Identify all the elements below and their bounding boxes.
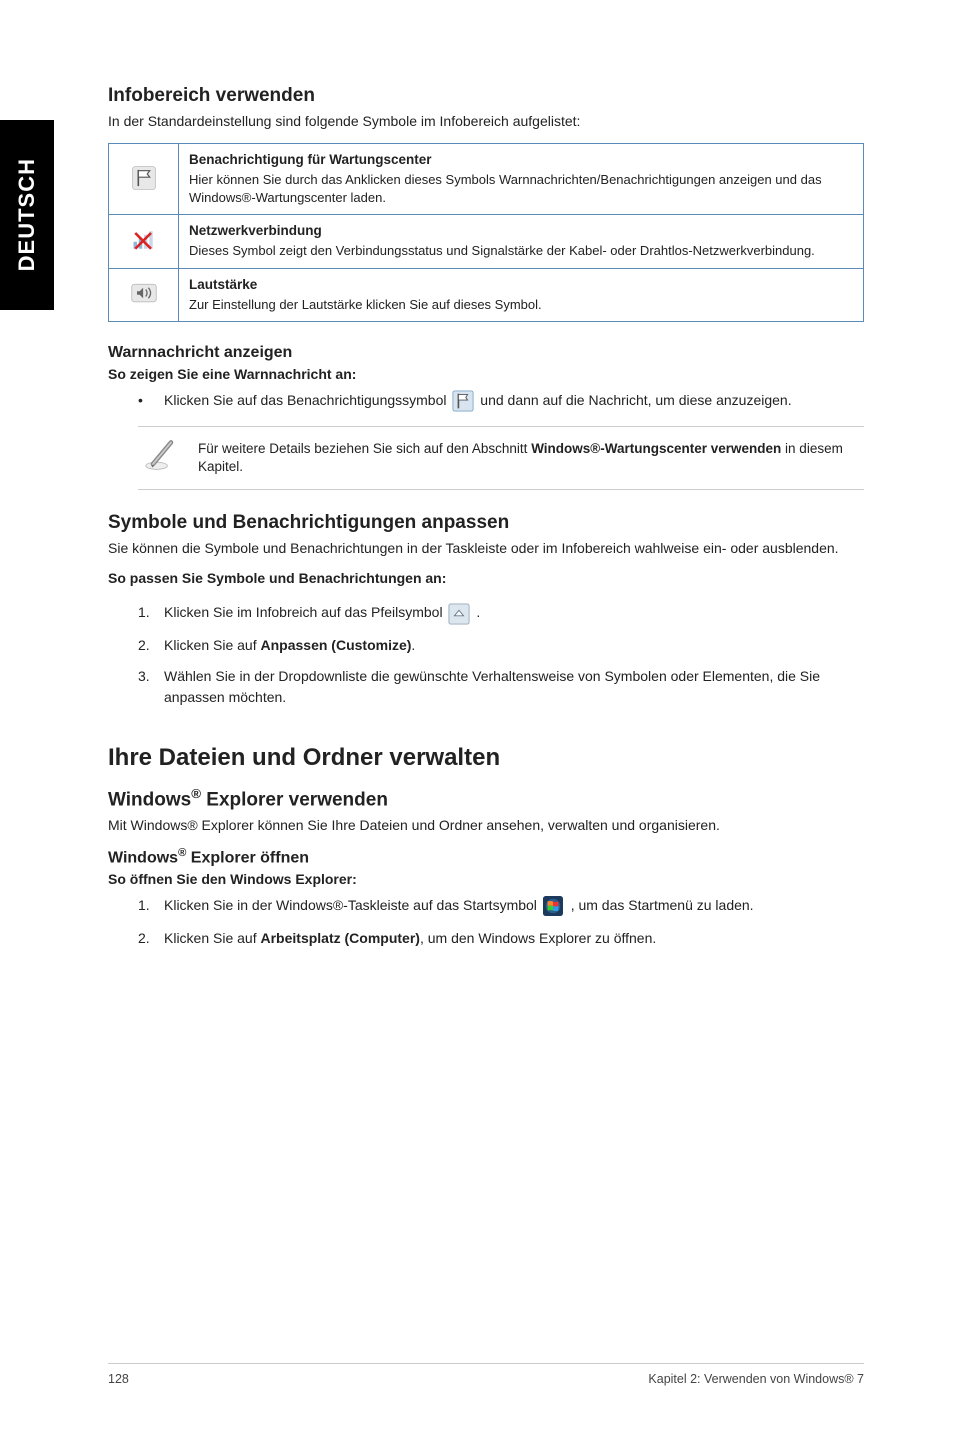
exp-step2-a: Klicken Sie auf (164, 930, 261, 946)
note-text: Für weitere Details beziehen Sie sich au… (198, 440, 858, 478)
table-row: Lautstärke Zur Einstellung der Lautstärk… (109, 268, 864, 322)
network-icon-cell (109, 215, 179, 269)
exp-step2-bold: Arbeitsplatz (Computer) (261, 930, 420, 946)
flag-icon (131, 165, 157, 191)
table-cell: Benachrichtigung für Wartungscenter Hier… (179, 144, 864, 215)
step1-b: . (476, 604, 480, 620)
step2-a: Klicken Sie auf (164, 637, 261, 653)
list-item: Klicken Sie auf das Benachrichtigungssym… (138, 390, 864, 412)
step-number: 1. (138, 602, 150, 623)
pen-icon (144, 437, 182, 479)
note-bold: Windows®-Wartungscenter verwenden (531, 441, 781, 456)
bold-explorer-open: So öffnen Sie den Windows Explorer: (108, 871, 864, 887)
action-center-icon-cell (109, 144, 179, 215)
language-side-tab: DEUTSCH (0, 120, 54, 310)
exp-step1-a: Klicken Sie in der Windows®-Taskleiste a… (164, 897, 541, 913)
flag-icon-inline (452, 390, 474, 412)
row-title: Benachrichtigung für Wartungscenter (189, 152, 853, 167)
page-content: Infobereich verwenden In der Standardein… (0, 0, 954, 999)
heading-explorer-open: Windows® Explorer öffnen (108, 847, 864, 867)
list-item: 3. Wählen Sie in der Dropdownliste die g… (138, 666, 864, 708)
table-row: Benachrichtigung für Wartungscenter Hier… (109, 144, 864, 215)
bullet-list: Klicken Sie auf das Benachrichtigungssym… (108, 390, 864, 412)
row-title: Lautstärke (189, 277, 853, 292)
list-item: 1. Klicken Sie im Infobreich auf das Pfe… (138, 602, 864, 624)
step2-bold: Anpassen (Customize) (261, 637, 412, 653)
step-number: 1. (138, 895, 150, 916)
table-row: Netzwerkverbindung Dieses Symbol zeigt d… (109, 215, 864, 269)
page-footer: 128 Kapitel 2: Verwenden von Windows® 7 (108, 1363, 864, 1386)
intro-infobereich: In der Standardeinstellung sind folgende… (108, 113, 864, 129)
row-title: Netzwerkverbindung (189, 223, 853, 238)
step-number: 3. (138, 666, 150, 687)
steps-anpassen: 1. Klicken Sie im Infobreich auf das Pfe… (108, 602, 864, 707)
chapter-label: Kapitel 2: Verwenden von Windows® 7 (648, 1372, 864, 1386)
heading-warnnachricht: Warnnachricht anzeigen (108, 344, 864, 362)
page-number: 128 (108, 1372, 129, 1386)
step-number: 2. (138, 635, 150, 656)
exp-step1-b: , um das Startmenü zu laden. (571, 897, 754, 913)
arrow-up-icon (448, 603, 470, 625)
heading-infobereich: Infobereich verwenden (108, 85, 864, 107)
table-cell: Lautstärke Zur Einstellung der Lautstärk… (179, 268, 864, 322)
bullet-text-a: Klicken Sie auf das Benachrichtigungssym… (164, 392, 450, 408)
table-cell: Netzwerkverbindung Dieses Symbol zeigt d… (179, 215, 864, 269)
bold-warnnachricht: So zeigen Sie eine Warnnachricht an: (108, 366, 864, 382)
bold-anpassen: So passen Sie Symbole und Benachrichtung… (108, 570, 864, 586)
note-block: Für weitere Details beziehen Sie sich au… (138, 426, 864, 490)
steps-explorer: 1. Klicken Sie in der Windows®-Taskleist… (108, 895, 864, 948)
step3: Wählen Sie in der Dropdownliste die gewü… (164, 668, 820, 705)
heading-dateien: Ihre Dateien und Ordner verwalten (108, 744, 864, 772)
speaker-icon (130, 281, 158, 305)
step1-a: Klicken Sie im Infobreich auf das Pfeils… (164, 604, 446, 620)
bullet-text-b: und dann auf die Nachricht, um diese anz… (480, 392, 791, 408)
heading-explorer: Windows® Explorer verwenden (108, 786, 864, 811)
heading-anpassen: Symbole und Benachrichtigungen anpassen (108, 512, 864, 534)
row-desc: Zur Einstellung der Lautstärke klicken S… (189, 296, 853, 314)
note-a: Für weitere Details beziehen Sie sich au… (198, 441, 531, 456)
volume-icon-cell (109, 268, 179, 322)
list-item: 2. Klicken Sie auf Arbeitsplatz (Compute… (138, 928, 864, 949)
intro-explorer: Mit Windows® Explorer können Sie Ihre Da… (108, 817, 864, 833)
network-icon (130, 227, 158, 253)
list-item: 1. Klicken Sie in der Windows®-Taskleist… (138, 895, 864, 917)
step2-b: . (411, 637, 415, 653)
notification-table: Benachrichtigung für Wartungscenter Hier… (108, 143, 864, 322)
row-desc: Dieses Symbol zeigt den Verbindungsstatu… (189, 242, 853, 260)
windows-start-icon (543, 896, 565, 918)
language-label: DEUTSCH (14, 158, 40, 271)
row-desc: Hier können Sie durch das Anklicken dies… (189, 171, 853, 206)
step-number: 2. (138, 928, 150, 949)
list-item: 2. Klicken Sie auf Anpassen (Customize). (138, 635, 864, 656)
intro-anpassen: Sie können die Symbole und Benachrichtun… (108, 540, 864, 556)
exp-step2-b: , um den Windows Explorer zu öffnen. (420, 930, 656, 946)
